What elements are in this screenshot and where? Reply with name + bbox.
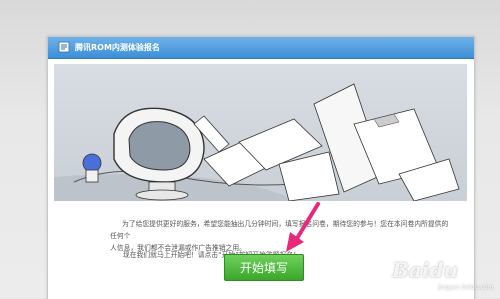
baidu-watermark: Baidu jingyan.baidu.com: [392, 256, 498, 296]
papers-illustration: [193, 83, 460, 201]
panel-title: 腾讯ROM内测体验报名: [75, 43, 160, 52]
plant-illustration: [82, 153, 102, 183]
watermark-text: Baidu: [392, 258, 458, 282]
intro-line-1: 为了给您提供更好的服务，希望您能抽出几分钟时间，填写报名问卷，期待您的参与！您在…: [110, 220, 449, 240]
panel-header: 腾讯ROM内测体验报名: [48, 37, 474, 59]
illustration-banner: [54, 64, 467, 201]
document-icon: [58, 41, 70, 53]
start-fill-button[interactable]: 开始填写: [224, 254, 304, 281]
watermark-subtext: jingyan.baidu.com: [438, 284, 494, 291]
pointer-arrow-icon: [286, 202, 320, 252]
